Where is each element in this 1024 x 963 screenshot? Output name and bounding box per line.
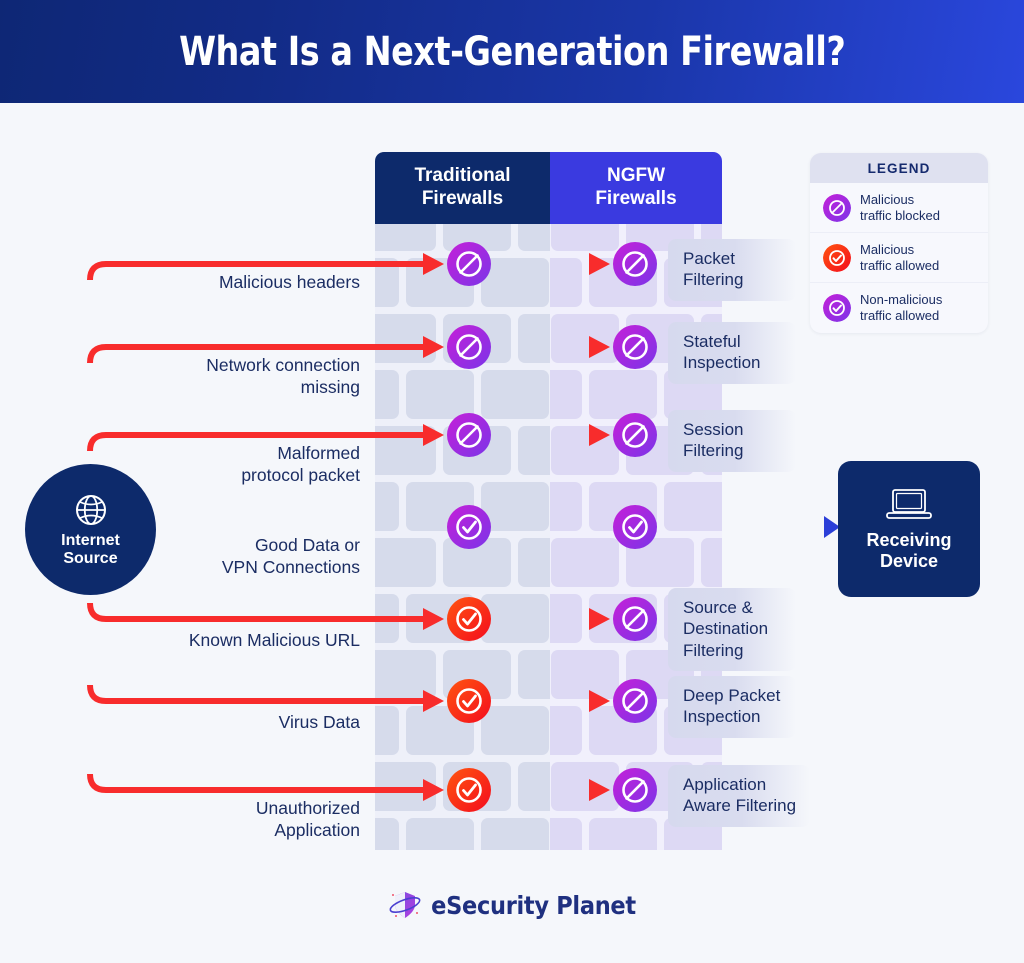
threat-label-6: Unauthorized Application bbox=[30, 798, 360, 842]
legend-row-1-line2: traffic allowed bbox=[860, 257, 940, 273]
feature-chip-1: Stateful Inspection bbox=[668, 322, 796, 384]
legend-row-2-line2: traffic allowed bbox=[860, 307, 940, 323]
feature-chip-0-line1: Packet bbox=[683, 249, 735, 268]
feature-chip-0: Packet Filtering bbox=[668, 239, 796, 301]
threat-label-2-line1: Malformed bbox=[277, 443, 360, 463]
legend-row-0-line1: Malicious bbox=[860, 192, 915, 207]
flow-arrowhead-traditional-4 bbox=[423, 608, 444, 630]
receiving-device-label-line1: Receiving bbox=[866, 530, 952, 551]
threat-label-2-line2: protocol packet bbox=[241, 464, 360, 485]
internet-source-label-line2: Source bbox=[63, 549, 118, 567]
threat-label-0: Malicious headers bbox=[30, 272, 360, 294]
allowed-red-icon bbox=[823, 243, 851, 272]
feature-chip-4-line1: Source & bbox=[683, 598, 753, 617]
internet-source-node: Internet Source bbox=[25, 464, 156, 595]
flow-arrowhead-ngfw-6 bbox=[589, 779, 610, 801]
legend-title: LEGEND bbox=[810, 153, 988, 183]
flow-arrowhead-ngfw-2 bbox=[589, 424, 610, 446]
feature-chip-2-line2: Filtering bbox=[683, 441, 744, 461]
legend-row-2-line1: Non-malicious bbox=[860, 292, 943, 308]
flow-arrowhead-ngfw-0 bbox=[589, 253, 610, 275]
flow-arrowhead-traditional-1 bbox=[423, 336, 444, 358]
footer-brand-name: eSecurity Planet bbox=[431, 890, 636, 920]
threat-label-5-line1: Virus Data bbox=[278, 712, 360, 732]
threat-label-1-line1: Network connection bbox=[206, 355, 360, 375]
infographic-canvas: What Is a Next-Generation Firewall? Trad… bbox=[0, 0, 1024, 963]
badge-traditional-row-5 bbox=[447, 679, 491, 723]
footer-logo[interactable]: eSecurity Planet bbox=[0, 888, 1024, 922]
flow-line-row-5 bbox=[87, 684, 425, 704]
legend-row-2: Non-malicious traffic allowed bbox=[810, 282, 988, 332]
blocked-icon bbox=[823, 193, 851, 222]
legend-row-0: Malicious traffic blocked bbox=[810, 183, 988, 232]
feature-chip-2: Session Filtering bbox=[668, 410, 796, 472]
badge-traditional-row-6 bbox=[447, 768, 491, 812]
feature-chip-6: Application Aware Filtering bbox=[668, 765, 811, 827]
feature-chip-6-line1: Application bbox=[683, 775, 767, 794]
feature-chip-5-line1: Deep Packet bbox=[683, 686, 781, 705]
receiving-device-node: Receiving Device bbox=[838, 461, 980, 597]
feature-chip-5-line2: Inspection bbox=[683, 707, 761, 727]
legend-row-1: Malicious traffic allowed bbox=[810, 232, 988, 282]
flow-line-row-4 bbox=[87, 602, 425, 622]
feature-chip-4-line3: Filtering bbox=[683, 640, 744, 660]
allowed-purple-icon bbox=[823, 293, 851, 322]
threat-label-4-line1: Known Malicious URL bbox=[188, 630, 360, 650]
threat-label-3-line1: Good Data or bbox=[254, 535, 360, 555]
threat-label-1: Network connection missing bbox=[30, 355, 360, 399]
legend-row-group: Malicious traffic blocked Malicious traffic… bbox=[810, 183, 988, 333]
threat-label-4: Known Malicious URL bbox=[30, 630, 360, 652]
threat-label-6-line2: Application bbox=[274, 819, 360, 840]
feature-chip-1-line2: Inspection bbox=[683, 353, 761, 373]
flow-arrowhead-traditional-2 bbox=[423, 424, 444, 446]
flow-line-row-6 bbox=[87, 773, 425, 793]
feature-chip-1-line1: Stateful bbox=[683, 332, 741, 351]
shield-planet-icon bbox=[389, 892, 421, 918]
flow-arrowhead-ngfw-1 bbox=[589, 336, 610, 358]
badge-traditional-row-4 bbox=[447, 597, 491, 641]
threat-label-3-line2: VPN Connections bbox=[221, 556, 360, 577]
badge-traditional-row-3 bbox=[447, 505, 491, 549]
internet-source-label-line1: Internet bbox=[61, 531, 120, 549]
threat-label-6-line1: Unauthorized bbox=[255, 798, 360, 818]
legend-row-1-line1: Malicious bbox=[860, 242, 915, 258]
feature-chip-2-line1: Session bbox=[683, 420, 744, 439]
globe-icon bbox=[75, 494, 106, 525]
feature-chip-0-line2: Filtering bbox=[683, 270, 744, 290]
threat-label-0-line1: Malicious headers bbox=[218, 272, 360, 292]
feature-chip-6-line2: Aware Filtering bbox=[683, 796, 797, 816]
flow-arrowhead-traditional-0 bbox=[423, 253, 444, 275]
feature-chip-5: Deep Packet Inspection bbox=[668, 676, 796, 738]
flow-arrowhead-traditional-5 bbox=[423, 690, 444, 712]
threat-label-1-line2: missing bbox=[300, 376, 360, 397]
badge-ngfw-row-3 bbox=[613, 505, 657, 549]
feature-chip-4-line2: Destination bbox=[683, 619, 769, 639]
flow-arrowhead-ngfw-5 bbox=[589, 690, 610, 712]
flow-arrowhead-traditional-6 bbox=[423, 779, 444, 801]
threat-label-5: Virus Data bbox=[30, 712, 360, 734]
receiving-device-label-line2: Device bbox=[879, 551, 939, 571]
feature-chip-4: Source & Destination Filtering bbox=[668, 588, 796, 671]
flow-arrowhead-ngfw-4 bbox=[589, 608, 610, 630]
legend-panel: LEGEND Malicious traffic blocked Malicious… bbox=[810, 153, 988, 333]
legend-row-0-line2: traffic blocked bbox=[860, 207, 940, 223]
laptop-icon bbox=[886, 489, 932, 520]
